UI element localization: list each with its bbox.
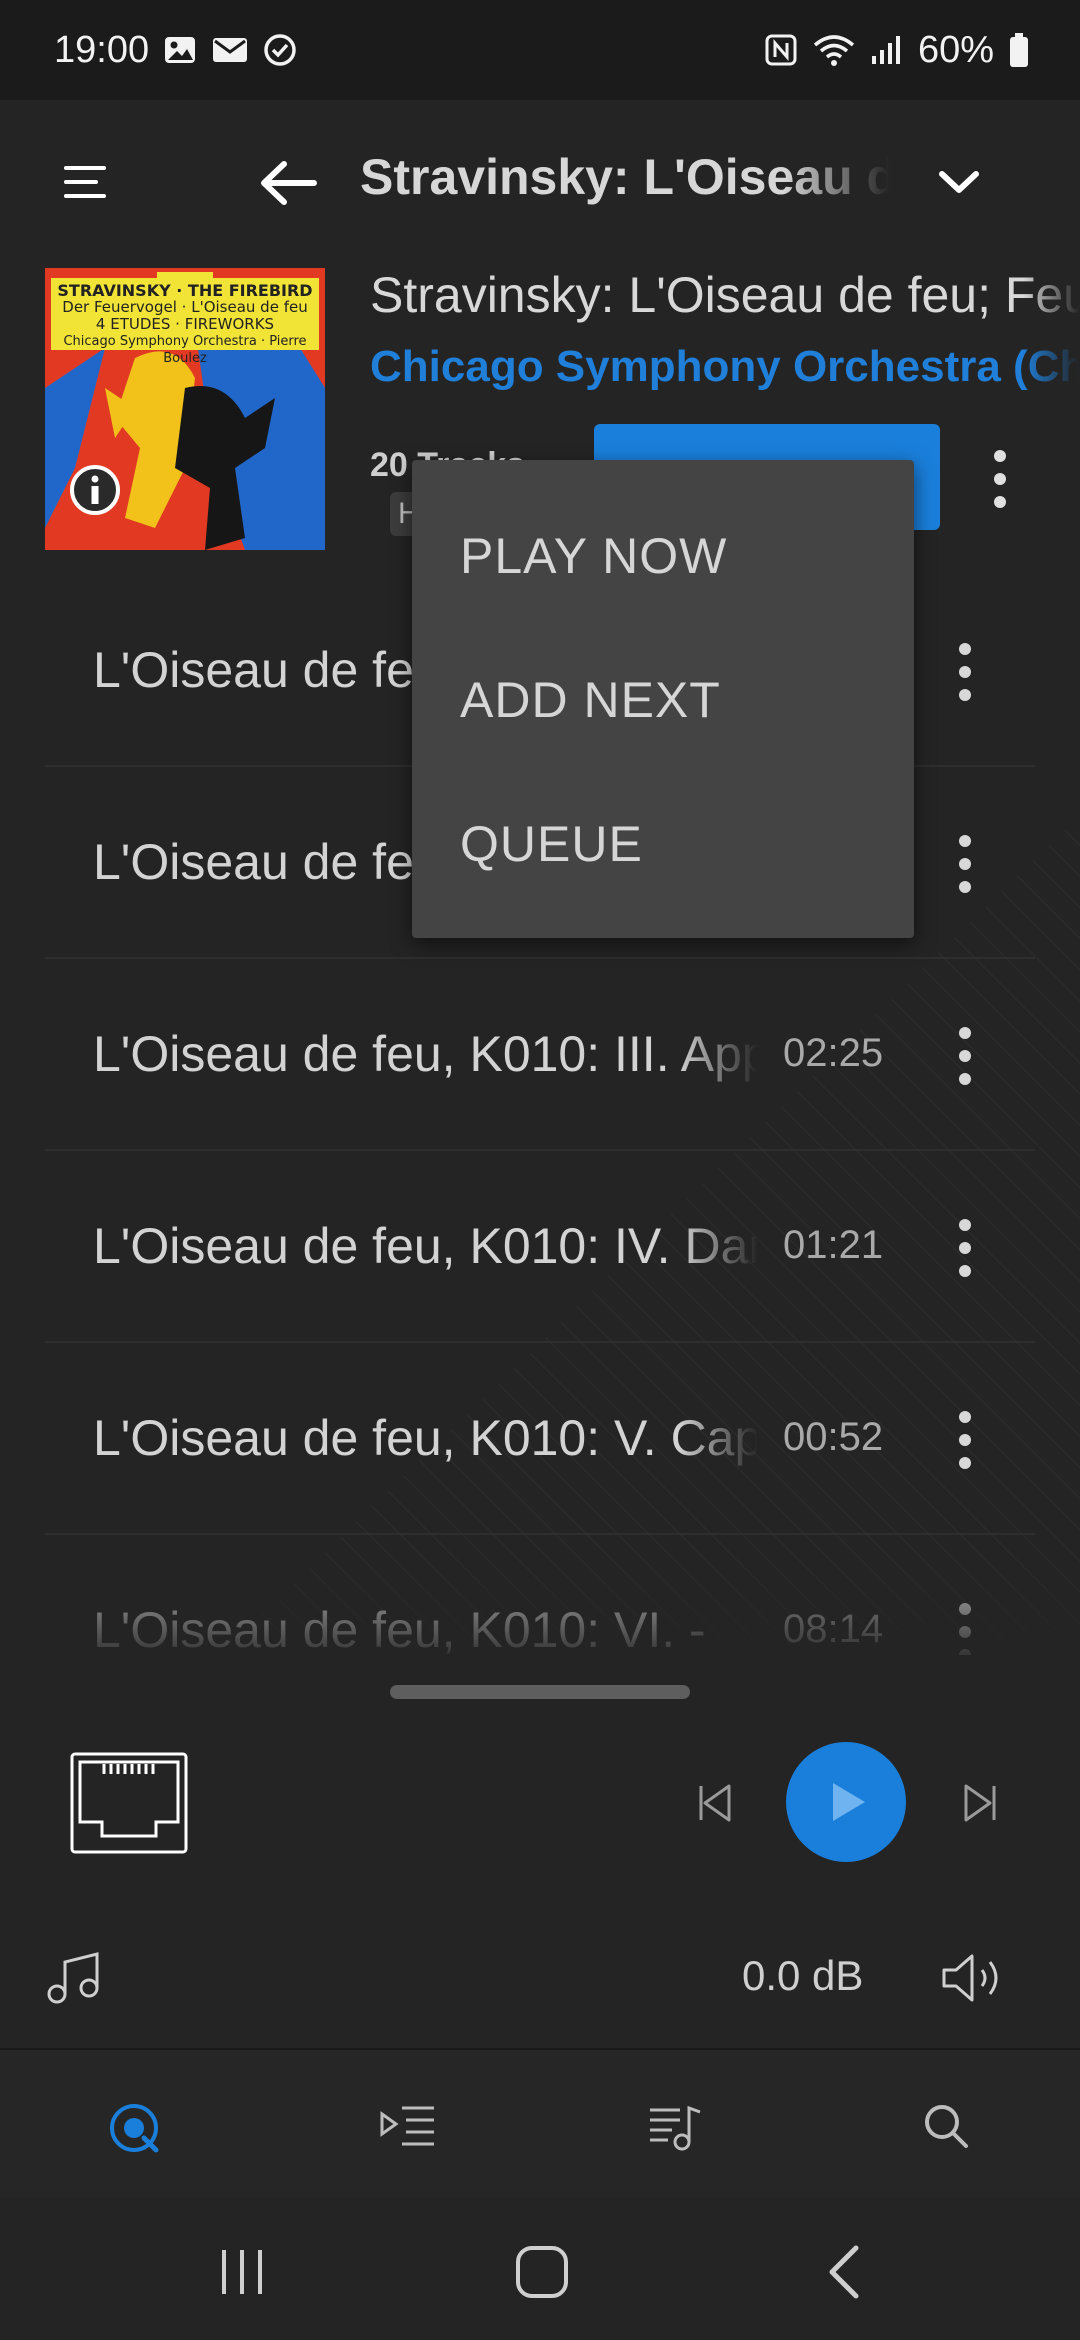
system-navigation-bar: [0, 2198, 1080, 2340]
volume-db-value: 0.0 dB: [742, 1952, 864, 1999]
track-row[interactable]: L'Oiseau de feu, K010: V. Cap 00:52: [45, 1343, 1035, 1535]
track-row[interactable]: L'Oiseau de feu, K010: III. Apparition 0…: [45, 959, 1035, 1151]
track-more-icon[interactable]: [945, 1597, 985, 1655]
album-cover[interactable]: STRAVINSKY · THE FIREBIRD Der Feuervogel…: [45, 268, 325, 550]
chevron-down-icon[interactable]: [936, 162, 982, 202]
info-icon[interactable]: [69, 464, 121, 516]
track-title: L'Oiseau de feu, K010: V. Cap: [93, 1410, 758, 1466]
track-more-icon[interactable]: [945, 1213, 985, 1283]
nav-search-icon[interactable]: [918, 2100, 978, 2156]
recent-apps-icon[interactable]: [212, 2242, 272, 2302]
cover-line-1: STRAVINSKY · THE FIREBIRD: [57, 281, 313, 300]
signal-icon: [870, 34, 904, 66]
wifi-icon: [812, 33, 856, 67]
track-duration: 02:25: [783, 1031, 884, 1075]
next-track-icon[interactable]: [960, 1782, 1000, 1824]
status-time: 19:00: [54, 28, 150, 71]
status-bar: 19:00 60%: [0, 0, 1080, 100]
nav-now-playing-icon[interactable]: [106, 2100, 166, 2156]
music-note-icon[interactable]: [45, 1950, 101, 2006]
menu-item-add-next[interactable]: ADD NEXT: [412, 628, 914, 772]
cover-line-4: Chicago Symphony Orchestra · Pierre Boul…: [63, 334, 307, 366]
album-artist-link[interactable]: Chicago Symphony Orchestra (Chicago Symp…: [370, 342, 1080, 398]
play-options-menu: PLAY NOW ADD NEXT QUEUE: [412, 460, 914, 938]
cover-line-3: 4 ETUDES · FIREWORKS: [95, 315, 275, 333]
menu-item-queue[interactable]: QUEUE: [412, 772, 914, 916]
track-title: L'Oiseau de feu, K010: III. Apparition: [93, 1026, 758, 1082]
cover-line-2: Der Feuervogel · L'Oiseau de feu: [62, 298, 308, 316]
play-icon: [833, 1783, 865, 1821]
album-more-icon[interactable]: [980, 444, 1020, 514]
battery-icon: [1008, 32, 1030, 68]
check-circle-icon: [263, 33, 297, 67]
track-duration: 08:14: [783, 1607, 884, 1651]
track-duration: 00:52: [783, 1415, 884, 1459]
bottom-navigation: [0, 2048, 1080, 2198]
track-more-icon[interactable]: [945, 1405, 985, 1475]
track-row[interactable]: L'Oiseau de feu, K010: IV. Danse 01:21: [45, 1151, 1035, 1343]
menu-icon[interactable]: [62, 162, 110, 202]
track-title: L'Oiseau de feu, K010: VI. -: [93, 1602, 706, 1655]
nfc-icon: [764, 33, 798, 67]
home-icon[interactable]: [512, 2242, 572, 2302]
back-arrow-icon[interactable]: [258, 158, 318, 208]
previous-track-icon[interactable]: [695, 1782, 735, 1824]
nav-library-icon[interactable]: [646, 2100, 706, 2156]
menu-item-play-now[interactable]: PLAY NOW: [412, 484, 914, 628]
battery-percent: 60%: [917, 28, 994, 71]
track-more-icon[interactable]: [945, 1021, 985, 1091]
mail-icon: [211, 35, 249, 65]
ethernet-output-icon[interactable]: [70, 1752, 188, 1854]
track-title: L'Oiseau de feu, K010: IV. Danse: [93, 1218, 758, 1274]
page-title: Stravinsky: L'Oiseau de feu; Feu d'artif…: [360, 149, 890, 205]
track-more-icon[interactable]: [945, 637, 985, 707]
album-title: Stravinsky: L'Oiseau de feu; Feu d'artif…: [370, 267, 1080, 323]
gallery-icon: [163, 34, 197, 66]
track-duration: 01:21: [783, 1223, 884, 1267]
play-button[interactable]: [786, 1742, 906, 1862]
track-more-icon[interactable]: [945, 829, 985, 899]
drag-handle[interactable]: [390, 1685, 690, 1699]
system-back-icon[interactable]: [816, 2242, 876, 2302]
volume-icon[interactable]: [940, 1950, 1006, 2006]
nav-playlist-icon[interactable]: [378, 2100, 438, 2156]
track-row[interactable]: L'Oiseau de feu, K010: VI. - 08:14: [45, 1535, 1035, 1655]
